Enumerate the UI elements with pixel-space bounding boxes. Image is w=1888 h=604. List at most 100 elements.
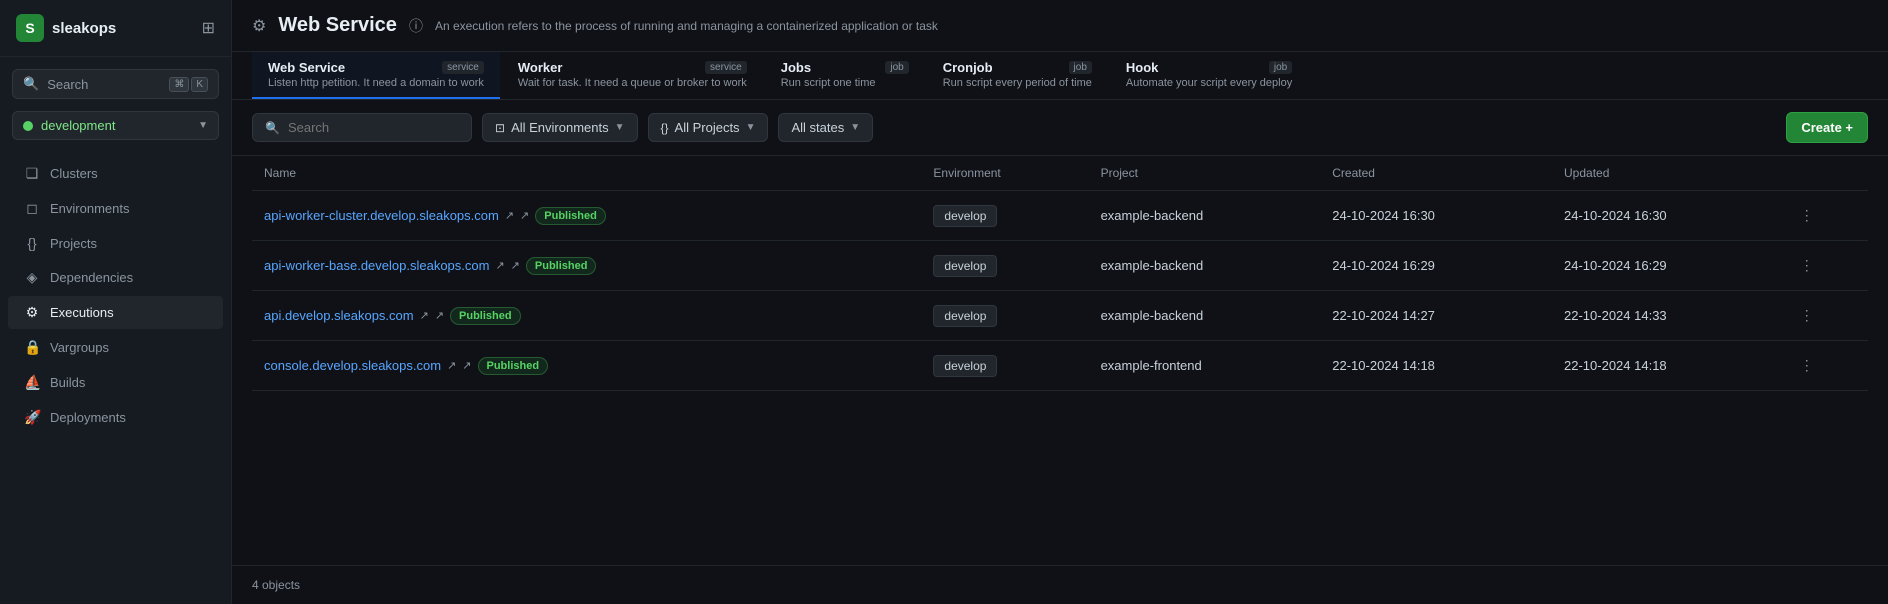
services-table: Name Environment Project Created Updated… <box>252 156 1868 391</box>
filter-states-button[interactable]: All states ▼ <box>778 113 873 142</box>
help-icon[interactable]: ⓘ <box>409 16 423 36</box>
cell-env-2: develop <box>921 291 1088 341</box>
create-button[interactable]: Create + <box>1786 112 1868 143</box>
sidebar-header: S sleakops ⊞ <box>0 0 231 57</box>
external-link-icon-2: ↗ <box>520 209 529 222</box>
env-badge-2: develop <box>933 305 997 327</box>
tab-worker[interactable]: Worker service Wait for task. It need a … <box>502 52 763 99</box>
tab-hook-label: Hook <box>1126 60 1159 75</box>
cell-created-2: 22-10-2024 14:27 <box>1320 291 1552 341</box>
page-subtitle: An execution refers to the process of ru… <box>435 19 938 33</box>
table-row: api-worker-base.develop.sleakops.com ↗ ↗… <box>252 241 1868 291</box>
more-options-button-3[interactable]: ⋮ <box>1796 353 1818 378</box>
sidebar-item-clusters[interactable]: ❏ Clusters <box>8 157 223 190</box>
tab-jobs-label: Jobs <box>781 60 811 75</box>
shortcut-k: K <box>191 77 208 92</box>
cell-more-2: ⋮ <box>1784 291 1868 341</box>
create-button-label: Create + <box>1801 120 1853 135</box>
sidebar-item-dependencies-label: Dependencies <box>50 270 133 285</box>
sidebar-item-projects-label: Projects <box>50 236 97 251</box>
sidebar-item-environments-label: Environments <box>50 201 129 216</box>
search-wrapper[interactable]: 🔍 <box>252 113 472 142</box>
sidebar-item-deployments-label: Deployments <box>50 410 126 425</box>
tab-jobs-top: Jobs job <box>781 60 909 75</box>
tab-worker-desc: Wait for task. It need a queue or broker… <box>518 77 747 89</box>
env-name: development <box>41 118 190 133</box>
sidebar-item-clusters-label: Clusters <box>50 166 98 181</box>
external-link-icon: ↗ <box>505 209 514 222</box>
search-icon: 🔍 <box>265 121 280 135</box>
tab-jobs[interactable]: Jobs job Run script one time <box>765 52 925 99</box>
cell-updated-1: 24-10-2024 16:29 <box>1552 241 1784 291</box>
web-service-icon: ⚙ <box>252 16 266 36</box>
more-options-button-0[interactable]: ⋮ <box>1796 203 1818 228</box>
col-created: Created <box>1320 156 1552 191</box>
cell-name-3: console.develop.sleakops.com ↗ ↗ Publish… <box>252 341 921 391</box>
cell-name-0: api-worker-cluster.develop.sleakops.com … <box>252 191 921 241</box>
sidebar-item-vargroups[interactable]: 🔒 Vargroups <box>8 331 223 364</box>
sidebar-item-environments[interactable]: ◻ Environments <box>8 192 223 225</box>
cell-more-1: ⋮ <box>1784 241 1868 291</box>
external-link-icon-2: ↗ <box>435 309 444 322</box>
filter-projects-button[interactable]: {} All Projects ▼ <box>648 113 769 142</box>
col-updated: Updated <box>1552 156 1784 191</box>
chevron-down-icon: ▼ <box>615 122 625 133</box>
tab-worker-label: Worker <box>518 60 563 75</box>
tab-jobs-type: job <box>885 61 908 74</box>
object-count: 4 objects <box>252 578 300 592</box>
tab-web-service[interactable]: Web Service service Listen http petition… <box>252 52 500 99</box>
cell-created-0: 24-10-2024 16:30 <box>1320 191 1552 241</box>
projects-filter-icon: {} <box>661 121 669 135</box>
sidebar-item-projects[interactable]: {} Projects <box>8 227 223 259</box>
sidebar-item-executions-label: Executions <box>50 305 114 320</box>
tab-hook-desc: Automate your script every deploy <box>1126 77 1292 89</box>
deployments-icon: 🚀 <box>24 409 40 426</box>
tab-cronjob[interactable]: Cronjob job Run script every period of t… <box>927 52 1108 99</box>
service-link-3[interactable]: console.develop.sleakops.com ↗ ↗ <box>264 358 472 373</box>
cell-project-3: example-frontend <box>1089 341 1321 391</box>
external-link-icon: ↗ <box>495 259 504 272</box>
clusters-icon: ❏ <box>24 165 40 182</box>
sidebar-item-deployments[interactable]: 🚀 Deployments <box>8 401 223 434</box>
env-selector[interactable]: development ▼ <box>12 111 219 140</box>
sidebar-search[interactable]: 🔍 Search ⌘ K <box>12 69 219 99</box>
tabs-bar: Web Service service Listen http petition… <box>232 52 1888 100</box>
status-badge-1: Published <box>526 257 597 275</box>
tab-worker-type: service <box>705 61 747 74</box>
cell-project-1: example-backend <box>1089 241 1321 291</box>
cell-project-0: example-backend <box>1089 191 1321 241</box>
more-options-button-2[interactable]: ⋮ <box>1796 303 1818 328</box>
filter-environments-button[interactable]: ⊡ All Environments ▼ <box>482 113 638 142</box>
chevron-down-icon: ▼ <box>850 122 860 133</box>
more-options-button-1[interactable]: ⋮ <box>1796 253 1818 278</box>
tab-web-service-label: Web Service <box>268 60 345 75</box>
env-status-dot <box>23 121 33 131</box>
cell-created-1: 24-10-2024 16:29 <box>1320 241 1552 291</box>
service-link-1[interactable]: api-worker-base.develop.sleakops.com ↗ ↗ <box>264 258 520 273</box>
projects-icon: {} <box>24 235 40 251</box>
sidebar-item-executions[interactable]: ⚙ Executions <box>8 296 223 329</box>
filter-state-label: All states <box>791 120 844 135</box>
builds-icon: ⛵ <box>24 374 40 391</box>
grid-icon[interactable]: ⊞ <box>202 18 215 38</box>
tab-hook-type: job <box>1269 61 1292 74</box>
service-link-2[interactable]: api.develop.sleakops.com ↗ ↗ <box>264 308 444 323</box>
col-name: Name <box>252 156 921 191</box>
service-link-0[interactable]: api-worker-cluster.develop.sleakops.com … <box>264 208 529 223</box>
toolbar: 🔍 ⊡ All Environments ▼ {} All Projects ▼… <box>232 100 1888 156</box>
tab-cronjob-type: job <box>1069 61 1092 74</box>
status-badge-2: Published <box>450 307 521 325</box>
sidebar-search-label: Search <box>47 77 161 92</box>
cell-created-3: 22-10-2024 14:18 <box>1320 341 1552 391</box>
cell-more-0: ⋮ <box>1784 191 1868 241</box>
sidebar: S sleakops ⊞ 🔍 Search ⌘ K development ▼ … <box>0 0 232 604</box>
tab-hook[interactable]: Hook job Automate your script every depl… <box>1110 52 1308 99</box>
sidebar-item-dependencies[interactable]: ◈ Dependencies <box>8 261 223 294</box>
tab-jobs-desc: Run script one time <box>781 77 909 89</box>
table-footer: 4 objects <box>232 565 1888 604</box>
tab-web-service-top: Web Service service <box>268 60 484 75</box>
chevron-down-icon: ▼ <box>198 120 208 131</box>
search-input[interactable] <box>288 120 459 135</box>
sidebar-item-builds[interactable]: ⛵ Builds <box>8 366 223 399</box>
tab-cronjob-top: Cronjob job <box>943 60 1092 75</box>
